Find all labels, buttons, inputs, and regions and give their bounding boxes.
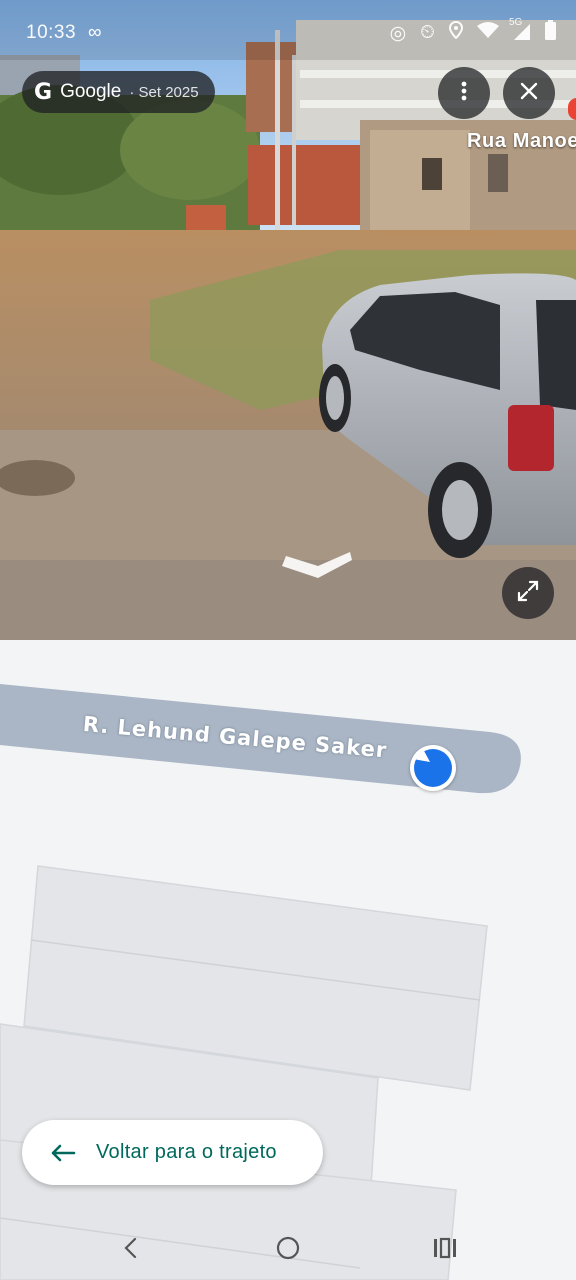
- pin-marker-icon: [568, 98, 576, 120]
- back-to-route-label: Voltar para o trajeto: [96, 1141, 277, 1163]
- more-vert-icon: [461, 81, 467, 106]
- street-name-tag: Rua Manoe: [467, 130, 576, 152]
- more-options-button[interactable]: [438, 67, 490, 119]
- infinity-icon: ∞: [88, 22, 102, 43]
- system-navigation-bar: [0, 1212, 576, 1280]
- recents-nav-button[interactable]: [425, 1230, 465, 1270]
- expand-button[interactable]: [502, 567, 554, 619]
- imagery-source-chip[interactable]: G Google · Set 2025: [22, 71, 215, 113]
- location-icon: [448, 20, 464, 45]
- status-bar: 10:33 ∞ ◎ ⏲ 5G: [0, 0, 576, 64]
- source-brand: Google: [60, 81, 122, 102]
- back-nav-button[interactable]: [110, 1230, 150, 1270]
- close-icon: [520, 82, 538, 105]
- home-nav-button[interactable]: [268, 1230, 308, 1270]
- back-nav-icon: [123, 1237, 137, 1264]
- alarm-icon: ⏲: [420, 22, 435, 43]
- back-to-route-button[interactable]: Voltar para o trajeto: [22, 1120, 323, 1185]
- current-location-marker[interactable]: [410, 745, 456, 791]
- navigation-arrow-icon: [413, 749, 452, 787]
- wifi-icon: [477, 21, 499, 45]
- sync-icon: ◎: [389, 22, 407, 44]
- google-g-icon: G: [34, 79, 53, 105]
- status-time: 10:33: [26, 22, 77, 43]
- home-nav-icon: [276, 1236, 300, 1265]
- arrow-back-icon: [50, 1138, 80, 1168]
- recents-nav-icon: [433, 1237, 457, 1264]
- close-button[interactable]: [503, 67, 555, 119]
- battery-icon: [545, 20, 556, 46]
- network-type: 5G: [509, 16, 523, 28]
- 5g-signal-icon: 5G: [509, 17, 531, 44]
- street-view-panorama[interactable]: 10:33 ∞ ◎ ⏲ 5G G Google · Set 2025 Rua M…: [0, 0, 576, 640]
- expand-icon: [517, 580, 539, 607]
- capture-date: · Set 2025: [129, 83, 199, 101]
- status-icons: ◎ ⏲ 5G: [389, 17, 556, 46]
